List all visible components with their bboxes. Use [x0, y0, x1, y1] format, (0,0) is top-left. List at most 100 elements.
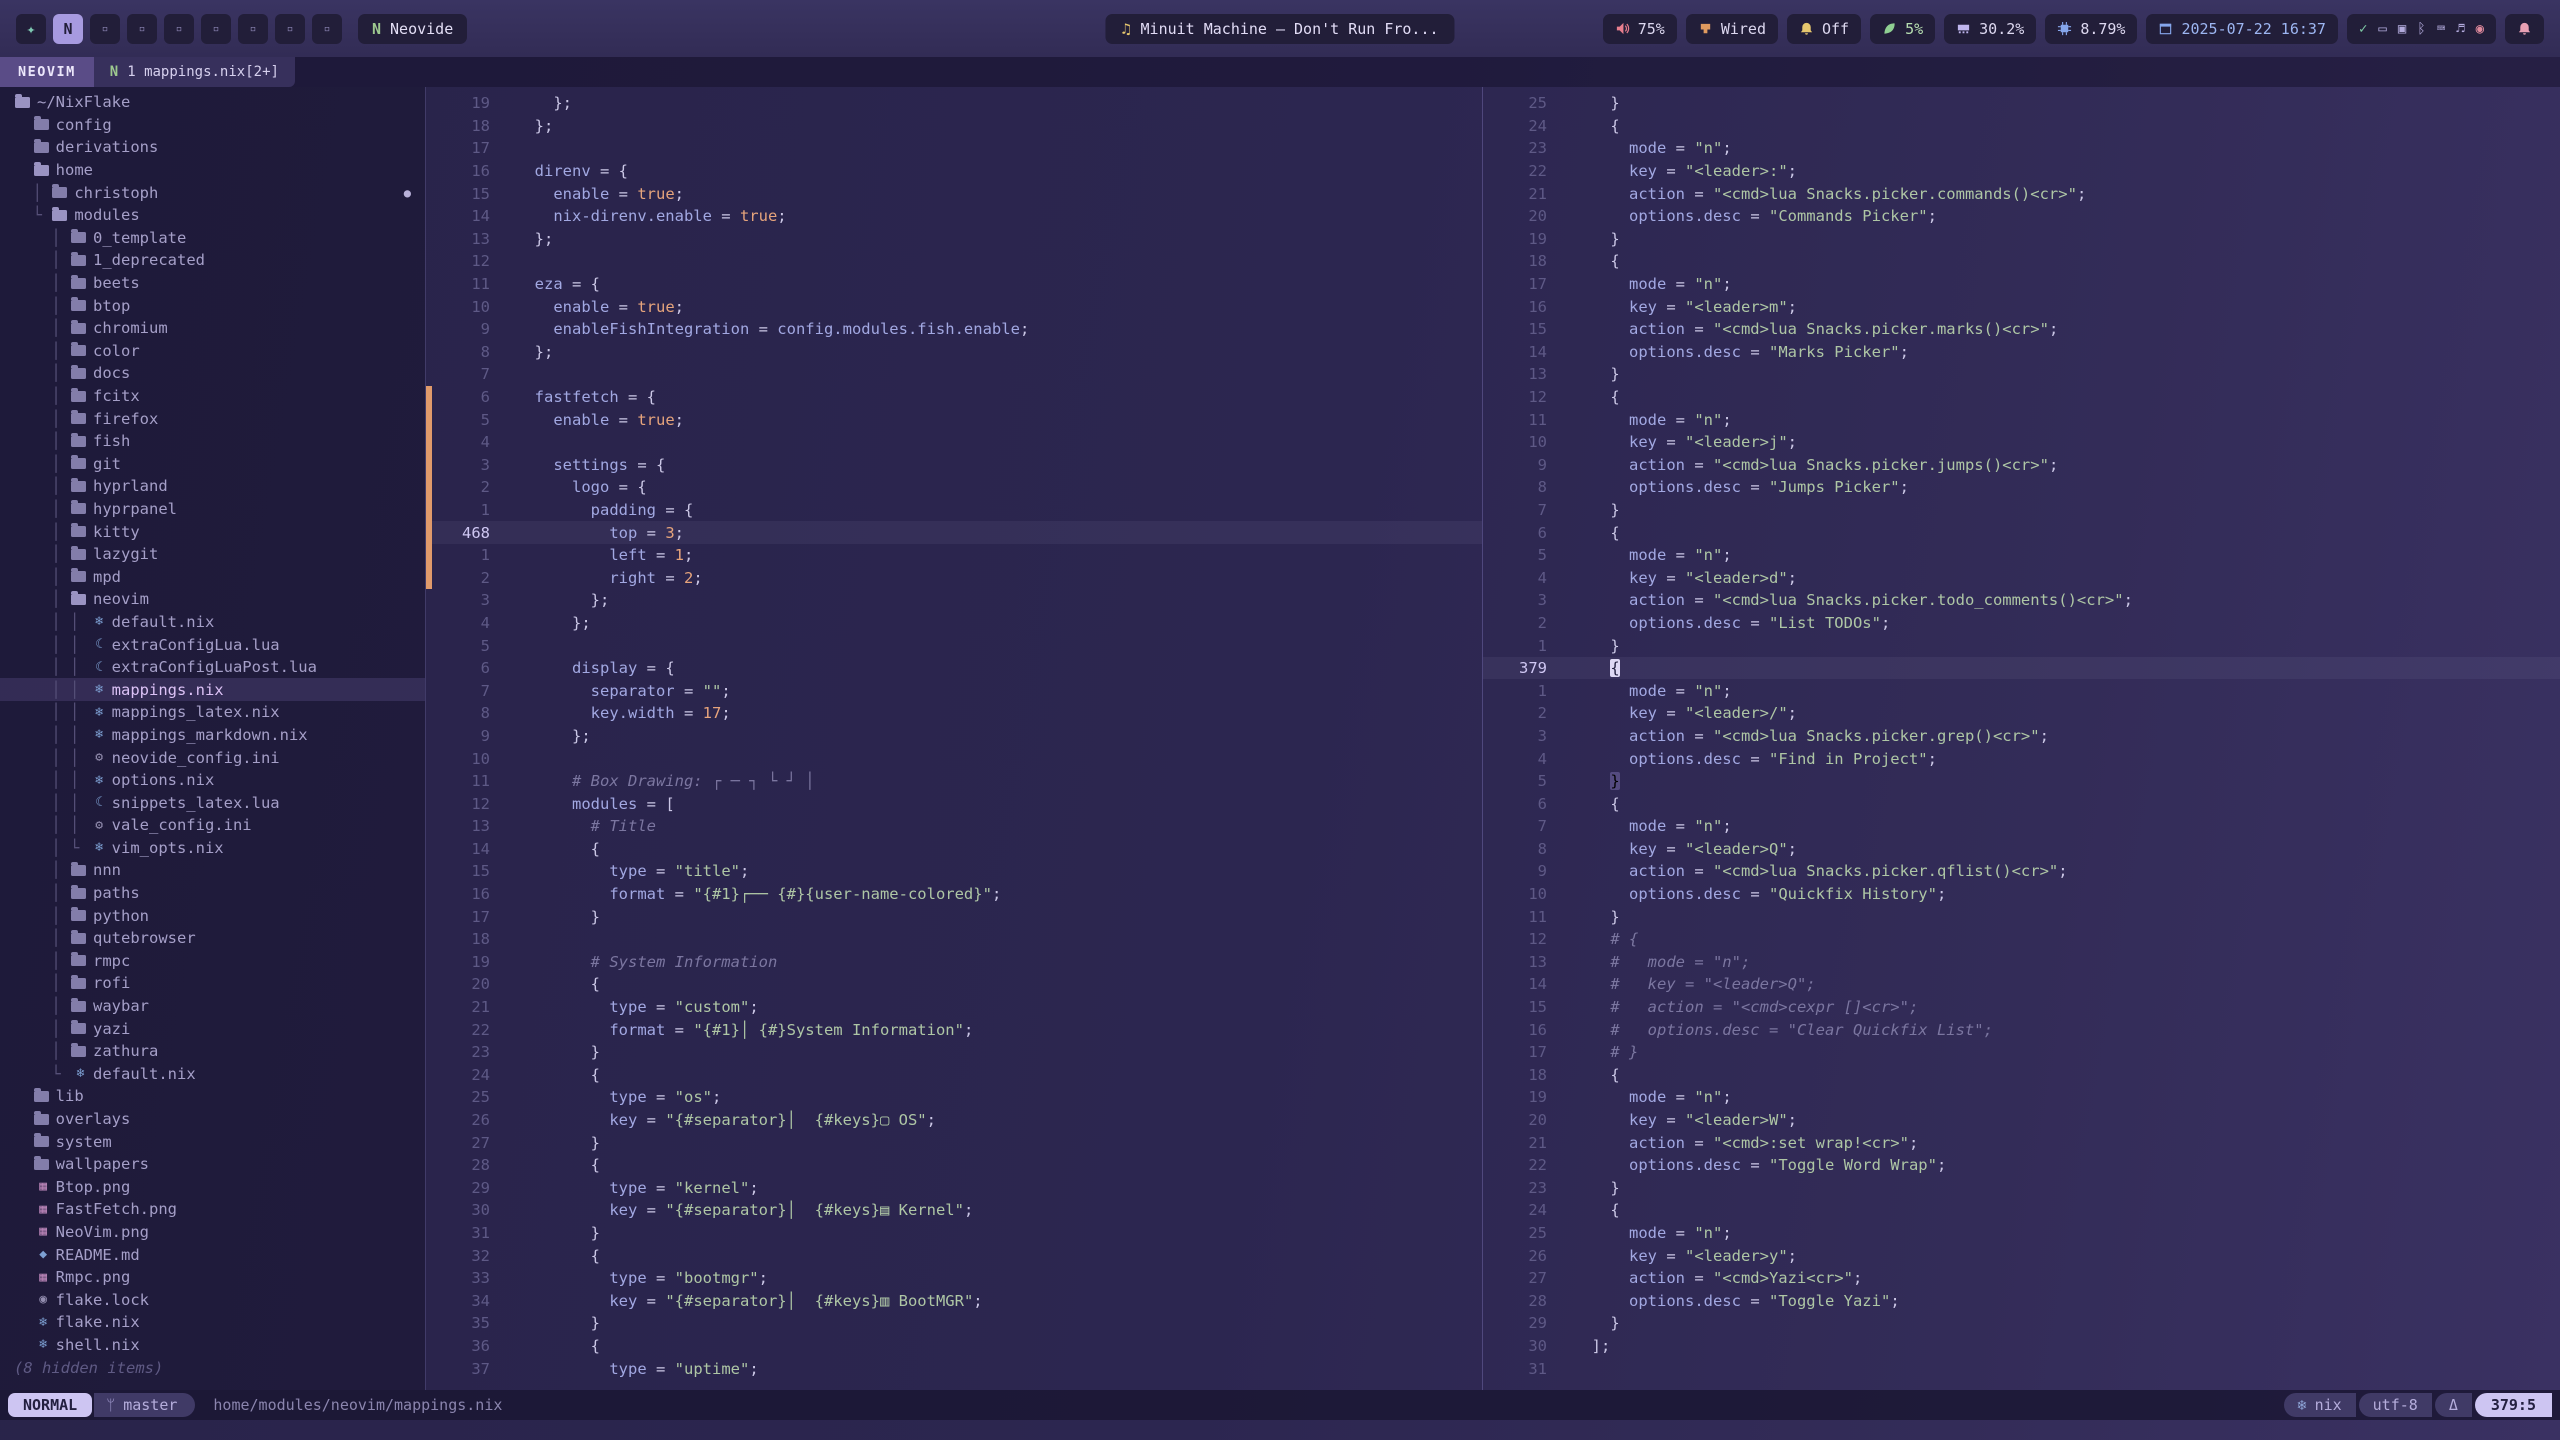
code-line[interactable]: 10 enable = true;	[426, 295, 1482, 318]
tree-item-system[interactable]: system	[0, 1130, 425, 1153]
tree-item-beets[interactable]: │ beets	[0, 272, 425, 295]
code-line[interactable]: 16 # options.desc = "Clear Quickfix List…	[1483, 1018, 2560, 1041]
music-icon[interactable]: ♬	[2456, 22, 2464, 36]
notifications-pill[interactable]: Off	[1787, 14, 1861, 44]
tree-item-hyprland[interactable]: │ hyprland	[0, 475, 425, 498]
tree-item-mappings.nix[interactable]: │ │ ❄mappings.nix	[0, 678, 425, 701]
code-line[interactable]: 19 };	[426, 92, 1482, 115]
code-line[interactable]: 26 key = "<leader>y";	[1483, 1244, 2560, 1267]
tree-item-rofi[interactable]: │ rofi	[0, 972, 425, 995]
battery-pill[interactable]: 5%	[1870, 14, 1935, 44]
code-line[interactable]: 17 }	[426, 905, 1482, 928]
workspace-pinned[interactable]: ✦	[16, 14, 46, 44]
code-line[interactable]: 5 mode = "n";	[1483, 544, 2560, 567]
code-line[interactable]: 34 key = "{#separator}│ {#keys}▥ BootMGR…	[426, 1289, 1482, 1312]
code-line[interactable]: 9 action = "<cmd>lua Snacks.picker.jumps…	[1483, 454, 2560, 477]
code-line[interactable]: 13 # mode = "n";	[1483, 951, 2560, 974]
code-line[interactable]: 7	[426, 363, 1482, 386]
code-line[interactable]: 21 type = "custom";	[426, 996, 1482, 1019]
code-line[interactable]: 24 {	[1483, 115, 2560, 138]
code-line[interactable]: 7 separator = "";	[426, 679, 1482, 702]
workspace-ws-6[interactable]: ▫	[201, 14, 231, 44]
clock-pill[interactable]: 2025-07-22 16:37	[2146, 14, 2338, 44]
tree-item-config[interactable]: config	[0, 114, 425, 137]
tree-item-default.nix[interactable]: └ ❄default.nix	[0, 1063, 425, 1086]
code-line[interactable]: 17 # }	[1483, 1041, 2560, 1064]
tree-item-wallpapers[interactable]: wallpapers	[0, 1153, 425, 1176]
code-line[interactable]: 3 };	[426, 589, 1482, 612]
tree-item-kitty[interactable]: │ kitty	[0, 520, 425, 543]
tree-item-zathura[interactable]: │ zathura	[0, 1040, 425, 1063]
code-line[interactable]: 31 }	[426, 1222, 1482, 1245]
tree-item-chromium[interactable]: │ chromium	[0, 317, 425, 340]
tree-item-home[interactable]: home	[0, 159, 425, 182]
code-line[interactable]: 25 mode = "n";	[1483, 1222, 2560, 1245]
code-line[interactable]: 12 # {	[1483, 928, 2560, 951]
code-line[interactable]: 29 type = "kernel";	[426, 1177, 1482, 1200]
code-line[interactable]: 14 options.desc = "Marks Picker";	[1483, 341, 2560, 364]
workspace-ws-4[interactable]: ▫	[127, 14, 157, 44]
tree-item-1_deprecated[interactable]: │ 1_deprecated	[0, 249, 425, 272]
code-line[interactable]: 1 padding = {	[426, 499, 1482, 522]
code-line[interactable]: 19 }	[1483, 228, 2560, 251]
tree-item-flake.nix[interactable]: ❄flake.nix	[0, 1311, 425, 1334]
code-line[interactable]: 2 right = 2;	[426, 566, 1482, 589]
code-line[interactable]: 23 }	[426, 1041, 1482, 1064]
code-line[interactable]: 17 mode = "n";	[1483, 273, 2560, 296]
code-line[interactable]: 36 {	[426, 1335, 1482, 1358]
tree-item-derivations[interactable]: derivations	[0, 136, 425, 159]
tree-item-0_template[interactable]: │ 0_template	[0, 227, 425, 250]
tree-item-shell.nix[interactable]: ❄shell.nix	[0, 1334, 425, 1357]
code-line[interactable]: 13 }	[1483, 363, 2560, 386]
code-line[interactable]: 29 }	[1483, 1312, 2560, 1335]
code-line[interactable]: 22 key = "<leader>:";	[1483, 160, 2560, 183]
bluetooth-icon[interactable]: ᛒ	[2417, 22, 2425, 36]
tree-item-extraConfigLua.lua[interactable]: │ │ ☾extraConfigLua.lua	[0, 633, 425, 656]
tree-item-paths[interactable]: │ paths	[0, 882, 425, 905]
code-line[interactable]: 26 key = "{#separator}│ {#keys}▢ OS";	[426, 1109, 1482, 1132]
code-line[interactable]: 18 {	[1483, 1064, 2560, 1087]
code-line[interactable]: 16 key = "<leader>m";	[1483, 295, 2560, 318]
cpu-pill[interactable]: 8.79%	[2045, 14, 2137, 44]
code-line[interactable]: 14 {	[426, 838, 1482, 861]
code-line[interactable]: 18 {	[1483, 250, 2560, 273]
code-line[interactable]: 8 key = "<leader>Q";	[1483, 838, 2560, 861]
code-line[interactable]: 2 key = "<leader>/";	[1483, 702, 2560, 725]
tree-item-FastFetch.png[interactable]: ▦FastFetch.png	[0, 1198, 425, 1221]
media-player-pill[interactable]: ♫ Minuit Machine – Don't Run Fro...	[1105, 14, 1454, 44]
tree-item-vale_config.ini[interactable]: │ │ ⚙vale_config.ini	[0, 814, 425, 837]
code-line[interactable]: 13 };	[426, 228, 1482, 251]
code-line[interactable]: 32 {	[426, 1244, 1482, 1267]
code-line[interactable]: 25 }	[1483, 92, 2560, 115]
tab-mappings-nix[interactable]: N 1 mappings.nix[2+]	[94, 57, 295, 87]
code-line[interactable]: 12 modules = [	[426, 792, 1482, 815]
record-icon[interactable]: ◉	[2476, 22, 2484, 36]
tree-item-mappings_markdown.nix[interactable]: │ │ ❄mappings_markdown.nix	[0, 724, 425, 747]
tree-item-NeoVim.png[interactable]: ▦NeoVim.png	[0, 1221, 425, 1244]
code-line[interactable]: 23 mode = "n";	[1483, 137, 2560, 160]
tree-item-neovide_config.ini[interactable]: │ │ ⚙neovide_config.ini	[0, 746, 425, 769]
code-line[interactable]: 10 key = "<leader>j";	[1483, 431, 2560, 454]
tree-item-rmpc[interactable]: │ rmpc	[0, 950, 425, 973]
code-line[interactable]: 19 mode = "n";	[1483, 1086, 2560, 1109]
tree-item-mpd[interactable]: │ mpd	[0, 565, 425, 588]
tree-item-README.md[interactable]: ◆README.md	[0, 1243, 425, 1266]
tree-item-yazi[interactable]: │ yazi	[0, 1017, 425, 1040]
code-line[interactable]: 9 };	[426, 725, 1482, 748]
code-line[interactable]: 12	[426, 250, 1482, 273]
code-line[interactable]: 15 action = "<cmd>lua Snacks.picker.mark…	[1483, 318, 2560, 341]
code-line[interactable]: 17	[426, 137, 1482, 160]
code-line[interactable]: 4 options.desc = "Find in Project";	[1483, 747, 2560, 770]
tree-item-modules[interactable]: └ modules	[0, 204, 425, 227]
tree-item-christoph[interactable]: │ christoph●	[0, 181, 425, 204]
code-line[interactable]: 28 options.desc = "Toggle Yazi";	[1483, 1289, 2560, 1312]
code-line[interactable]: 24 {	[426, 1064, 1482, 1087]
code-line[interactable]: 12 {	[1483, 386, 2560, 409]
tree-item-qutebrowser[interactable]: │ qutebrowser	[0, 927, 425, 950]
workspace-neovim[interactable]: N	[53, 14, 83, 44]
code-line[interactable]: 33 type = "bootmgr";	[426, 1267, 1482, 1290]
code-line[interactable]: 31	[1483, 1357, 2560, 1380]
code-line[interactable]: 6 display = {	[426, 657, 1482, 680]
workspace-ws-8[interactable]: ▫	[275, 14, 305, 44]
code-line[interactable]: 15 type = "title";	[426, 860, 1482, 883]
